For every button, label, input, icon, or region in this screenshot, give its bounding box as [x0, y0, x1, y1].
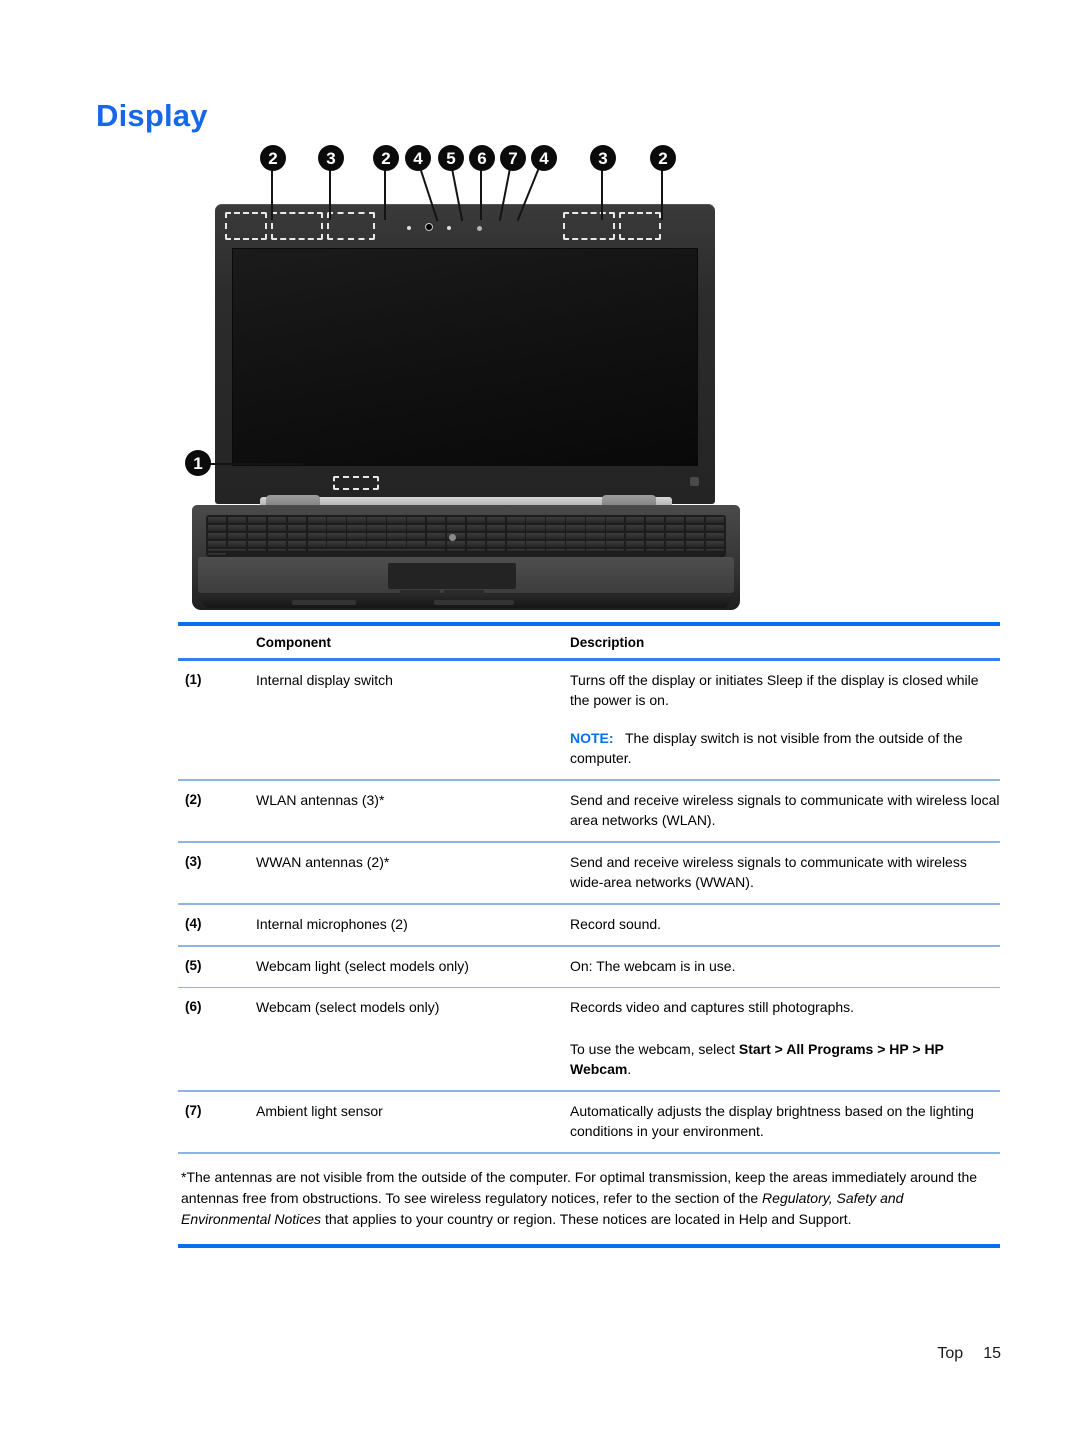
row-component: Ambient light sensor — [256, 1102, 383, 1119]
callout-7: 7 — [500, 145, 526, 171]
row-number: (3) — [185, 853, 202, 869]
laptop-base — [192, 505, 740, 610]
row-number: (7) — [185, 1102, 202, 1118]
row-component: Internal microphones (2) — [256, 915, 408, 932]
webcam-light — [447, 226, 451, 230]
speaker-grille-left — [292, 600, 356, 605]
description-text: Records video and captures still photogr… — [570, 999, 855, 1016]
wlan-antenna-marker-right — [619, 212, 661, 240]
keyboard-row — [208, 540, 724, 548]
keyboard — [206, 515, 726, 557]
speaker-grille-right — [434, 600, 514, 605]
page-title: Display — [96, 98, 208, 133]
table-row: (1) Internal display switch Turns off the … — [178, 661, 1000, 779]
callout-2: 2 — [260, 145, 286, 171]
keyboard-row — [208, 517, 724, 524]
footnote-part2: that applies to your country or region. … — [321, 1211, 852, 1228]
callout-3: 3 — [590, 145, 616, 171]
description-text: Turns off the display or initiates Sleep… — [570, 672, 979, 709]
internal-display-switch-marker — [333, 476, 379, 490]
table-row: (7) Ambient light sensor Automatically adj… — [178, 1092, 1000, 1153]
row-number: (5) — [185, 957, 202, 973]
row-description: Automatically adjusts the display bright… — [570, 1101, 1000, 1142]
table-row: (3) WWAN antennas (2)* Send and receive wi… — [178, 843, 1000, 904]
keyboard-row — [208, 548, 724, 555]
table-row: (4) Internal microphones (2) Record sound. — [178, 905, 1000, 945]
wwan-antenna-marker-right — [563, 212, 615, 240]
display-panel — [232, 248, 698, 466]
footer-section: Top — [937, 1345, 964, 1362]
description-text: On: The webcam is in use. — [570, 957, 736, 974]
row-number: (2) — [185, 791, 202, 807]
footer-page-number: 15 — [983, 1345, 1001, 1362]
callout-1: 1 — [185, 450, 211, 476]
hp-logo-mark — [690, 477, 699, 486]
internal-microphone-left — [407, 226, 411, 230]
extra-instruction: To use the webcam, select Start > All Pr… — [570, 1039, 1000, 1080]
display-figure: 23245674321 — [170, 145, 890, 615]
description-text: Send and receive wireless signals to com… — [570, 791, 1000, 828]
front-edge — [202, 594, 730, 608]
row-number: (1) — [185, 672, 202, 687]
description-text: Send and receive wireless signals to com… — [570, 853, 967, 891]
component-description-table: Component Description (1) Internal displa… — [178, 622, 1000, 1248]
wlan-antenna-marker-center — [327, 212, 375, 240]
row-component: Webcam light (select models only) — [256, 957, 469, 974]
page-footer: Top 15 — [937, 1345, 1001, 1363]
table-bottom-rule — [178, 1243, 1000, 1248]
table-footnote: *The antennas are not visible from the o… — [178, 1154, 1000, 1244]
wlan-antenna-marker-left — [225, 212, 267, 240]
wwan-antenna-marker-left — [271, 212, 323, 240]
callout-2: 2 — [373, 145, 399, 171]
header-component: Component — [256, 635, 331, 650]
callout-3: 3 — [318, 145, 344, 171]
extra-suffix: . — [627, 1061, 632, 1078]
callout-4: 4 — [405, 145, 431, 171]
header-description: Description — [570, 635, 645, 650]
callout-5: 5 — [438, 145, 464, 171]
note-label: NOTE: — [570, 729, 614, 746]
row-number: (6) — [185, 999, 202, 1015]
pointing-stick — [449, 534, 456, 541]
description-text: Record sound. — [570, 915, 662, 932]
row-description: Records video and captures still photogr… — [570, 997, 1000, 1079]
table-row: (2) WLAN antennas (3)* Send and receive wi… — [178, 781, 1000, 842]
top-bezel — [215, 204, 715, 248]
ambient-light-sensor — [477, 226, 482, 231]
description-text: Automatically adjusts the display bright… — [570, 1102, 974, 1140]
callout-4: 4 — [531, 145, 557, 171]
laptop-lid — [215, 204, 715, 504]
keyboard-row — [208, 524, 724, 532]
row-component: WWAN antennas (2)* — [256, 853, 390, 870]
document-page: Display 2 3 2 4 5 6 7 4 3 2 1 Component … — [0, 0, 1080, 1437]
row-description: On: The webcam is in use. — [570, 956, 1000, 976]
table-row: (6) Webcam (select models only) Records vi… — [178, 988, 1000, 1090]
header-num-spacer — [185, 635, 256, 650]
callout-6: 6 — [469, 145, 495, 171]
row-description: Record sound. — [570, 914, 1000, 934]
webcam-icon — [425, 223, 433, 231]
row-description: Send and receive wireless signals to com… — [570, 852, 1000, 893]
callout-leader-line — [198, 463, 303, 465]
row-number: (4) — [185, 915, 202, 931]
note-text: The display switch is not visible from t… — [570, 729, 963, 766]
touchpad — [388, 563, 516, 589]
row-component: Internal display switch — [256, 672, 393, 688]
row-component: Webcam (select models only) — [256, 999, 440, 1016]
note-block: NOTE: The display switch is not visible … — [570, 728, 1000, 769]
table-header-row: Component Description — [178, 626, 1000, 658]
callout-2: 2 — [650, 145, 676, 171]
row-description: Turns off the display or initiates Sleep… — [570, 670, 1000, 768]
table-row: (5) Webcam light (select models only) On: … — [178, 947, 1000, 987]
row-description: Send and receive wireless signals to com… — [570, 790, 1000, 831]
table-body: (1) Internal display switch Turns off the … — [178, 661, 1000, 1154]
extra-prefix: To use the webcam, select — [570, 1040, 739, 1057]
keyboard-row — [208, 532, 724, 540]
row-component: WLAN antennas (3)* — [256, 791, 385, 808]
